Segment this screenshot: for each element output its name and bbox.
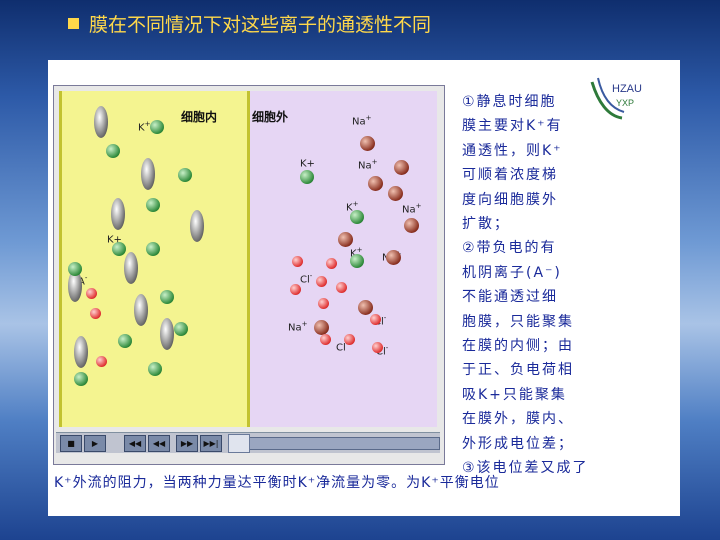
chloride-ion-icon [370, 314, 381, 325]
ion-dot-icon [86, 288, 97, 299]
anion-icon [111, 198, 125, 230]
ion-dot-icon [90, 308, 101, 319]
sodium-ion-icon [394, 160, 409, 175]
chloride-ion-icon [372, 342, 383, 353]
text-line: ①静息时细胞 [462, 94, 557, 110]
sodium-ion-icon [314, 320, 329, 335]
text-line: 于正、负电荷相 [462, 362, 574, 379]
chloride-ion-icon [318, 298, 329, 309]
title-text: 膜在不同情况下对这些离子的通透性不同 [89, 14, 432, 36]
text-line: 膜主要对K⁺有 [462, 118, 563, 135]
anion-icon [74, 336, 88, 368]
potassium-ion-icon [112, 242, 126, 256]
inside-label: 细胞内 [181, 110, 218, 124]
potassium-ion-icon [300, 170, 314, 184]
sodium-ion-icon [358, 300, 373, 315]
text-line: 胞膜，只能聚集 [462, 313, 574, 330]
rewind-start-button[interactable]: ◀◀ [124, 435, 146, 452]
ion-label: K+ [138, 120, 151, 134]
chloride-ion-icon [336, 282, 347, 293]
potassium-ion-icon [174, 322, 188, 336]
potassium-ion-icon [146, 242, 160, 256]
chloride-ion-icon [320, 334, 331, 345]
sodium-ion-icon [338, 232, 353, 247]
ion-label: Cl- [300, 272, 313, 286]
text-line: 外形成电位差； [462, 435, 574, 452]
text-line: 不能通透过细 [462, 289, 558, 306]
ion-animation-panel: 细胞内 细胞外 K+ K+ A- Na+ K+ [53, 85, 445, 465]
play-button[interactable]: ▶ [84, 435, 106, 452]
text-line: 可顺着浓度梯 [462, 167, 558, 184]
potassium-ion-icon [118, 334, 132, 348]
progress-thumb[interactable] [228, 434, 250, 453]
text-line: 扩散； [462, 216, 510, 233]
bottom-caption: K⁺外流的阻力，当两种力量达平衡时K⁺净流量为零。为K⁺平衡电位 [54, 475, 500, 491]
anion-icon [160, 318, 174, 350]
text-line: 在膜的内侧；由 [462, 338, 574, 355]
ion-label: Na+ [288, 320, 308, 334]
ion-label: Na+ [352, 114, 372, 128]
slide-title: 膜在不同情况下对这些离子的通透性不同 [68, 10, 431, 37]
cell-inside-region [59, 91, 253, 427]
anion-icon [141, 158, 155, 190]
text-line: ②带负电的有 [462, 240, 557, 257]
potassium-ion-icon [74, 372, 88, 386]
playback-controls: ■ ▶ ◀◀ ◀◀ ▶▶ ▶▶| [56, 432, 440, 453]
cell-outside-region [250, 91, 437, 427]
ion-label: K+ [300, 158, 315, 170]
sodium-ion-icon [404, 218, 419, 233]
potassium-ion-icon [350, 254, 364, 268]
text-line: 通透性，则K⁺ [462, 142, 563, 159]
potassium-ion-icon [350, 210, 364, 224]
potassium-ion-icon [178, 168, 192, 182]
text-line: 机阴离子(A⁻) [462, 264, 562, 281]
anion-icon [124, 252, 138, 284]
potassium-ion-icon [148, 362, 162, 376]
text-line: 度向细胞膜外 [462, 191, 558, 208]
anion-icon [94, 106, 108, 138]
text-line: 吸K+只能聚集 [462, 386, 567, 403]
progress-track[interactable] [232, 437, 440, 450]
ion-dot-icon [96, 356, 107, 367]
sodium-ion-icon [368, 176, 383, 191]
slide-content: 细胞内 细胞外 K+ K+ A- Na+ K+ [48, 60, 680, 516]
chloride-ion-icon [292, 256, 303, 267]
sodium-ion-icon [386, 250, 401, 265]
outside-label: 细胞外 [252, 110, 289, 124]
ion-label: Na+ [358, 158, 378, 172]
anion-icon [134, 294, 148, 326]
rewind-button[interactable]: ◀◀ [148, 435, 170, 452]
potassium-ion-icon [106, 144, 120, 158]
fast-forward-button[interactable]: ▶▶ [176, 435, 198, 452]
chloride-ion-icon [344, 334, 355, 345]
chloride-ion-icon [290, 284, 301, 295]
chloride-ion-icon [326, 258, 337, 269]
text-line: 在膜外，膜内、 [462, 411, 574, 428]
anion-icon [190, 210, 204, 242]
sodium-ion-icon [360, 136, 375, 151]
bullet-square-icon [68, 18, 79, 29]
skip-end-button[interactable]: ▶▶| [200, 435, 222, 452]
ion-label: Na+ [402, 202, 422, 216]
potassium-ion-icon [146, 198, 160, 212]
potassium-ion-icon [150, 120, 164, 134]
chloride-ion-icon [316, 276, 327, 287]
stop-button[interactable]: ■ [60, 435, 82, 452]
potassium-ion-icon [160, 290, 174, 304]
sodium-ion-icon [388, 186, 403, 201]
potassium-ion-icon [68, 262, 82, 276]
explanation-text: ①静息时细胞 膜主要对K⁺有 通透性，则K⁺ 可顺着浓度梯 度向细胞膜外 扩散；… [462, 90, 622, 481]
